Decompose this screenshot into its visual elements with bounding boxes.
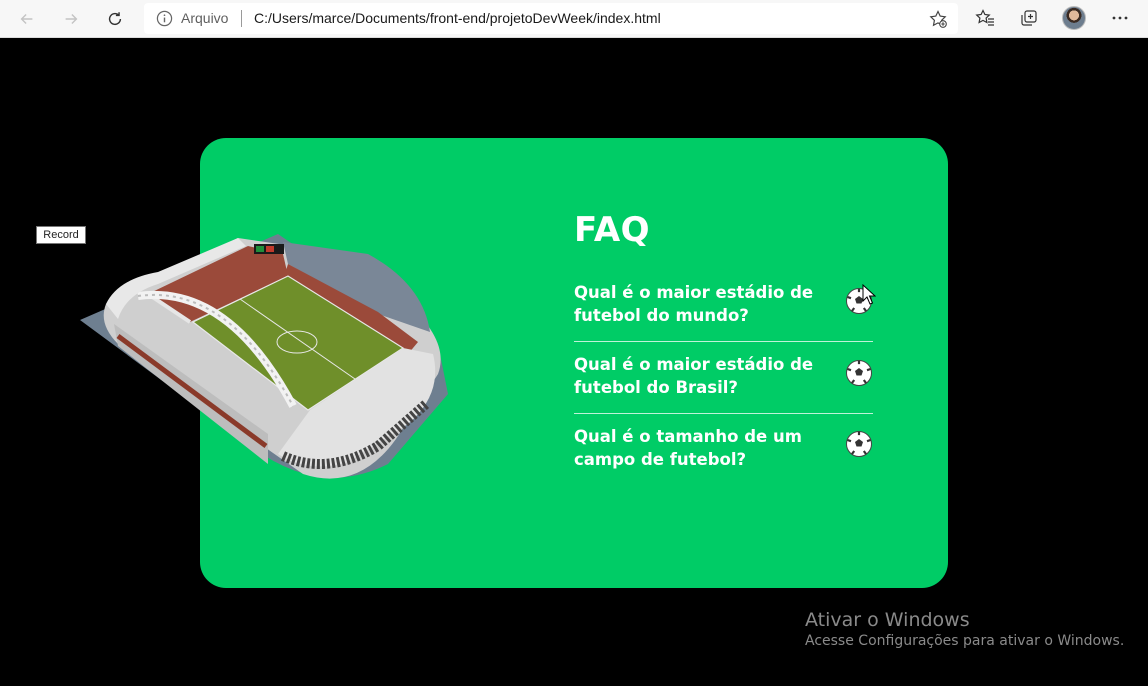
forward-button[interactable]	[56, 4, 86, 34]
faq-divider	[574, 413, 873, 414]
watermark-title: Ativar o Windows	[805, 609, 970, 631]
faq-item[interactable]: Qual é o maior estádio de futebol do Bra…	[574, 353, 873, 399]
address-bar[interactable]: Arquivo C:/Users/marce/Documents/front-e…	[144, 3, 958, 34]
watermark-subtitle: Acesse Configurações para ativar o Windo…	[805, 633, 1125, 649]
browser-toolbar: Arquivo C:/Users/marce/Documents/front-e…	[0, 0, 1148, 38]
soccer-ball-icon[interactable]	[845, 430, 873, 458]
faq-item[interactable]: Qual é o maior estádio de futebol do mun…	[574, 281, 873, 327]
scheme-label: Arquivo	[181, 10, 229, 26]
address-separator	[241, 10, 242, 27]
record-tooltip: Record	[36, 226, 86, 244]
windows-activation-watermark: Ativar o Windows Acesse Configurações pa…	[805, 609, 1124, 649]
back-button[interactable]	[12, 4, 42, 34]
refresh-icon	[108, 12, 122, 26]
refresh-button[interactable]	[100, 4, 130, 34]
profile-avatar[interactable]	[1062, 6, 1086, 30]
faq-question[interactable]: Qual é o maior estádio de futebol do Bra…	[574, 353, 844, 399]
faq-question[interactable]: Qual é o maior estádio de futebol do mun…	[574, 281, 844, 327]
soccer-ball-icon[interactable]	[845, 359, 873, 387]
more-menu-icon[interactable]	[1110, 8, 1130, 28]
arrow-left-icon	[20, 13, 33, 25]
faq-question[interactable]: Qual é o tamanho de um campo de futebol?	[574, 425, 844, 471]
arrow-right-icon	[65, 13, 78, 25]
add-favorite-icon[interactable]	[928, 9, 948, 29]
stadium-illustration	[80, 234, 448, 479]
url-text[interactable]: C:/Users/marce/Documents/front-end/proje…	[254, 10, 661, 26]
favorites-icon[interactable]	[975, 8, 995, 28]
collections-icon[interactable]	[1019, 8, 1039, 28]
info-icon[interactable]	[156, 10, 173, 27]
mouse-cursor-icon	[862, 284, 876, 305]
faq-item[interactable]: Qual é o tamanho de um campo de futebol?	[574, 425, 873, 471]
faq-divider	[574, 341, 873, 342]
faq-title: FAQ	[574, 210, 651, 250]
